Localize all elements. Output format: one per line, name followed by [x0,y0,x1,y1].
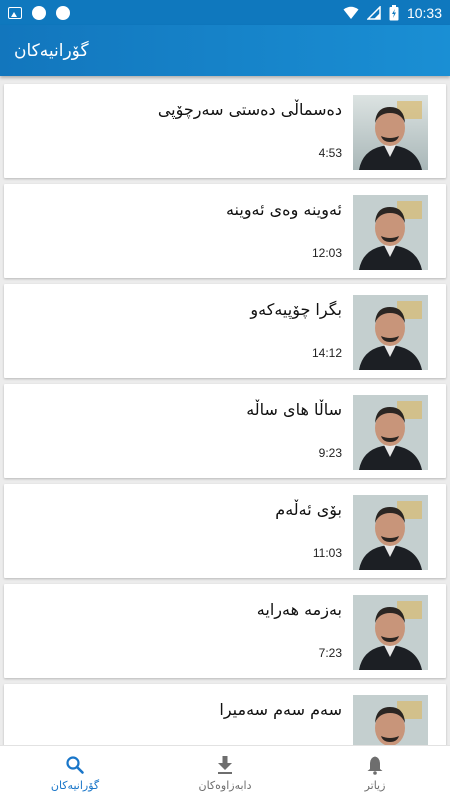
song-card[interactable]: ساڵا های ساڵە 9:23 [4,384,446,478]
song-duration: 11:03 [312,546,342,560]
song-duration: 14:12 [311,346,342,360]
nav-songs-label: گۆرانیەکان [50,778,100,792]
app-bar: گۆرانیەکان [0,25,450,76]
nav-songs-tab[interactable]: گۆرانیەکان [0,746,150,800]
battery-charging-icon [389,4,399,20]
artist-thumbnail [353,395,428,470]
song-title: دەسماڵی دەستی سەرچۆپی [157,100,342,119]
search-icon [66,755,84,774]
nav-more-tab[interactable]: زیاتر [300,746,450,800]
song-title: بگرا چۆپیەکەو [250,300,342,319]
notification-dot-icon [32,5,46,20]
artist-thumbnail [353,495,428,570]
song-title: بەزمە هەرایە [256,600,342,619]
song-card[interactable]: دەسماڵی دەستی سەرچۆپی 4:53 [4,84,446,178]
song-title: ساڵا های ساڵە [246,400,342,419]
song-title: بۆی ئەڵەم [275,500,342,519]
song-title: ئەوینە وەی ئەوینە [225,200,342,219]
bottom-navigation: گۆرانیەکان دابەزاوەکان زیاتر [0,745,450,800]
song-card[interactable]: بەزمە هەرایە 7:23 [4,584,446,678]
nav-downloads-label: دابەزاوەکان [198,778,252,792]
artist-thumbnail [353,195,428,270]
signal-icon [366,5,381,20]
song-card[interactable]: بۆی ئەڵەم 11:03 [4,484,446,578]
artist-thumbnail [353,95,428,170]
wifi-icon [343,6,359,19]
notification-dot-icon [56,5,70,20]
status-bar: 10:33 [0,0,450,25]
status-time: 10:33 [406,4,442,21]
song-card[interactable]: بگرا چۆپیەکەو 14:12 [4,284,446,378]
artist-thumbnail [353,295,428,370]
song-duration: 4:53 [318,146,342,160]
nav-more-label: زیاتر [364,778,386,792]
artist-thumbnail [353,595,428,670]
song-list: دەسماڵی دەستی سەرچۆپی 4:53 ئەوینە وەی ئە… [4,84,446,784]
song-duration: 7:23 [318,646,342,660]
song-duration: 12:03 [311,246,342,260]
song-duration: 9:23 [318,446,342,460]
image-notification-icon [8,6,22,19]
song-title: سەم سەم سەمیرا [219,700,342,719]
bell-icon [367,756,383,775]
song-card[interactable]: ئەوینە وەی ئەوینە 12:03 [4,184,446,278]
page-title: گۆرانیەکان [14,40,89,61]
download-icon [218,755,232,774]
nav-downloads-tab[interactable]: دابەزاوەکان [150,746,300,800]
